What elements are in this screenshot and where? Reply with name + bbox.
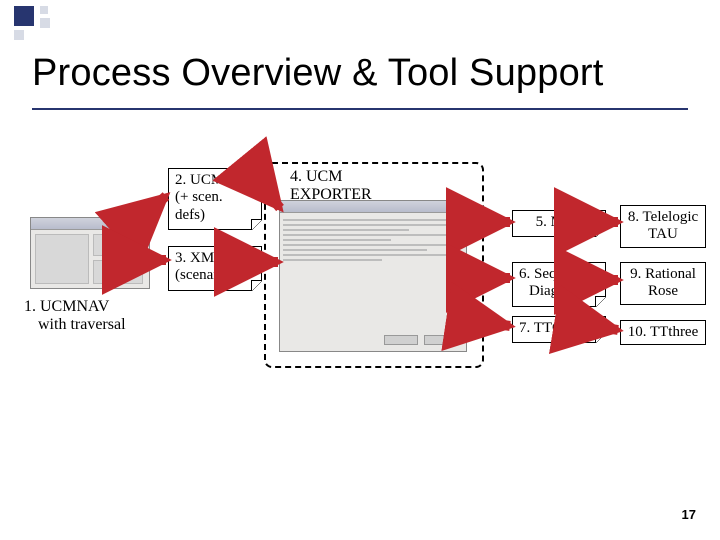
note-line: 3. XML File: [175, 250, 250, 266]
page-number: 17: [682, 507, 696, 522]
box-ttthree: 10. TTthree: [620, 320, 706, 345]
caption-line: with traversal: [24, 316, 126, 333]
ucmnav-caption: 1. UCMNAV with traversal: [24, 298, 164, 335]
slide: Process Overview & Tool Support 1. UCMNA…: [0, 0, 720, 540]
note-sequence-diagram: 6. Sequence Diagram: [512, 262, 606, 307]
label-line: 4. UCM: [290, 168, 342, 185]
ucm-exporter-screenshot: [279, 200, 467, 352]
note-line: (scenarios): [175, 267, 241, 283]
note-ucm-file: 2. UCM File (+ scen. defs): [168, 168, 262, 230]
note-line: 5. MSC: [536, 214, 583, 230]
note-xml-file: 3. XML File (scenarios): [168, 246, 262, 291]
ucmnav-screenshot: [30, 217, 150, 289]
caption-line: 1. UCMNAV: [24, 298, 110, 315]
note-msc: 5. MSC: [512, 210, 606, 237]
box-line: 8. Telelogic: [628, 209, 698, 225]
note-line: Diagram: [519, 283, 581, 299]
note-line: 2. UCM File: [175, 172, 251, 188]
box-line: 10. TTthree: [628, 324, 699, 340]
box-rational-rose: 9. Rational Rose: [620, 262, 706, 305]
note-line: (+ scen. defs): [175, 189, 223, 222]
note-line: 7. TTCN -3: [519, 320, 589, 336]
box-line: Rose: [648, 283, 678, 299]
box-telelogic-tau: 8. Telelogic TAU: [620, 205, 706, 248]
box-line: TAU: [648, 226, 678, 242]
title-rule: [32, 108, 688, 110]
slide-title: Process Overview & Tool Support: [32, 52, 604, 95]
corner-decoration: [12, 6, 56, 44]
ucm-exporter-label: 4. UCM EXPORTER: [290, 168, 372, 203]
note-ttcn3: 7. TTCN -3: [512, 316, 606, 343]
box-line: 9. Rational: [630, 266, 696, 282]
note-line: 6. Sequence: [519, 266, 591, 282]
